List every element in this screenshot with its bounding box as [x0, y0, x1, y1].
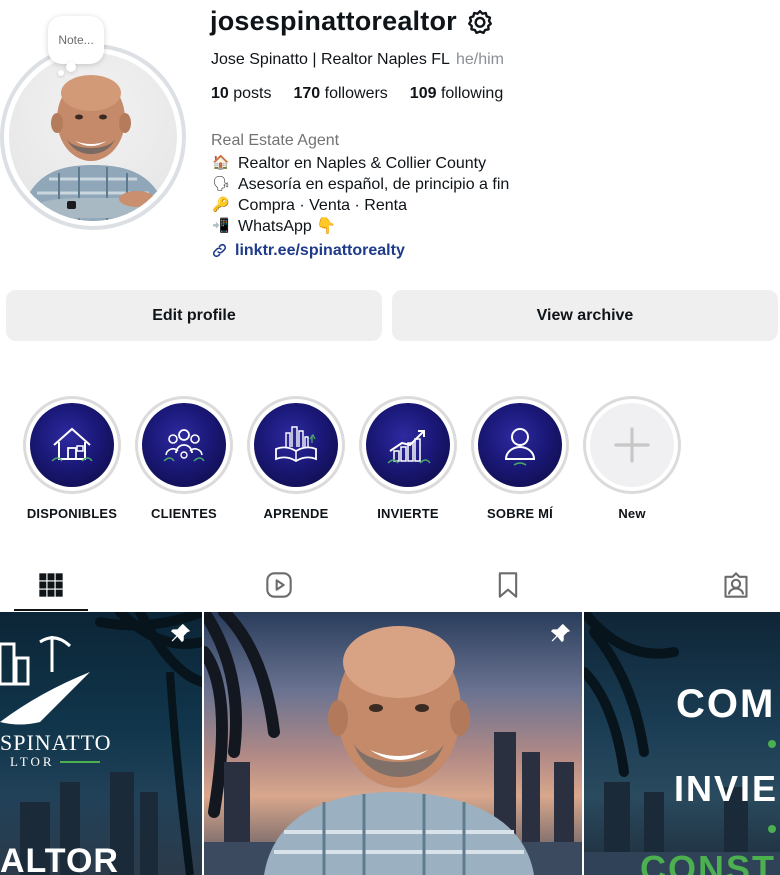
pinned-icon — [550, 623, 571, 643]
key-emoji-icon: 🔑 — [212, 197, 230, 213]
highlight-label: DISPONIBLES — [26, 506, 118, 521]
bio-line: 📲 WhatsApp 👇 — [211, 216, 509, 237]
bio-link[interactable]: linktr.ee/spinattorealty — [211, 240, 509, 261]
edit-profile-button[interactable]: Edit profile — [6, 290, 382, 341]
settings-gear-icon[interactable] — [467, 9, 493, 35]
followers-link[interactable]: 170 followers — [294, 85, 388, 103]
bio-line-text: WhatsApp 👇 — [238, 218, 337, 235]
phone-emoji-icon: 📲 — [212, 218, 230, 234]
tab-reels[interactable] — [264, 570, 294, 600]
following-link[interactable]: 109 following — [410, 85, 503, 103]
tagged-icon — [724, 572, 748, 598]
tab-tagged[interactable] — [721, 570, 751, 600]
house-emoji-icon: 🏠 — [212, 155, 230, 171]
bookmark-icon — [498, 572, 518, 598]
pronouns: he/him — [455, 51, 504, 68]
post-thumbnail[interactable] — [204, 612, 582, 875]
highlight-label: CLIENTES — [151, 506, 217, 521]
username-row: josespinattorealtor — [210, 6, 493, 37]
note-placeholder: Note... — [58, 33, 94, 47]
book-city-icon — [275, 426, 317, 463]
speaking-head-emoji-icon: 🗣 — [212, 176, 230, 192]
bio-line-text: Compra · Venta · Renta — [238, 197, 407, 214]
post-text: LTOR — [10, 754, 55, 769]
profile-avatar[interactable] — [0, 44, 186, 230]
tab-saved[interactable] — [493, 570, 523, 600]
post-text: COM — [676, 682, 776, 726]
profile-tabs — [0, 560, 780, 612]
bio-line: 🔑 Compra · Venta · Renta — [211, 195, 509, 216]
accent-line — [60, 761, 100, 763]
posts-count: 10 posts — [211, 85, 272, 102]
bio-link-text: linktr.ee/spinattorealty — [235, 242, 405, 259]
avatar-photo — [9, 53, 177, 221]
highlight-clientes[interactable]: CLIENTES — [132, 396, 236, 521]
highlight-aprende[interactable]: APRENDE — [244, 396, 348, 521]
highlight-label: SOBRE MÍ — [487, 506, 553, 521]
tab-posts[interactable] — [36, 570, 66, 600]
post-image — [584, 612, 780, 875]
reels-icon — [266, 572, 292, 598]
post-thumbnail[interactable]: COM INVIE CONST — [584, 612, 780, 875]
bio-line: 🗣 Asesoría en español, de principio a fi… — [211, 174, 509, 195]
highlight-disponibles[interactable]: DISPONIBLES — [20, 396, 124, 521]
highlight-label: INVIERTE — [377, 506, 439, 521]
bullet-dot — [768, 740, 776, 748]
post-text: INVIE — [674, 768, 779, 809]
note-bubble[interactable]: Note... — [48, 16, 104, 72]
pinned-icon — [170, 623, 191, 643]
bio: Real Estate Agent 🏠 Realtor en Naples & … — [211, 130, 509, 261]
view-archive-button[interactable]: View archive — [392, 290, 778, 341]
full-name: Jose Spinatto | Realtor Naples FL — [211, 51, 450, 68]
post-text: CONST — [640, 848, 776, 875]
active-tab-indicator — [14, 609, 88, 611]
post-thumbnail[interactable]: SPINATTO LTOR ALTOR — [0, 612, 202, 875]
highlight-label: New — [618, 506, 646, 521]
avatar-portrait — [19, 75, 169, 221]
posts-grid: SPINATTO LTOR ALTOR COM INVIE CONST — [0, 612, 780, 875]
username: josespinattorealtor — [210, 6, 457, 36]
full-name-row: Jose Spinatto | Realtor Naples FL he/him — [211, 51, 504, 69]
bio-line-text: Asesoría en español, de principio a fin — [238, 176, 510, 193]
grid-icon — [39, 573, 63, 597]
people-icon — [163, 429, 205, 462]
post-text: SPINATTO — [0, 730, 112, 755]
note-bubble-tail — [58, 70, 64, 76]
house-icon — [51, 427, 93, 462]
bio-line: 🏠 Realtor en Naples & Collier County — [211, 153, 509, 174]
profile-stats: 10 posts 170 followers 109 following — [211, 85, 503, 103]
link-icon — [212, 243, 227, 258]
highlight-label: APRENDE — [263, 506, 329, 521]
profile-category: Real Estate Agent — [211, 132, 340, 149]
highlight-sobre-mi[interactable]: SOBRE MÍ — [468, 396, 572, 521]
post-image — [204, 612, 582, 875]
bullet-dot — [768, 825, 776, 833]
post-text: ALTOR — [0, 842, 119, 875]
highlight-invierte[interactable]: INVIERTE — [356, 396, 460, 521]
bio-line-text: Realtor en Naples & Collier County — [238, 155, 487, 172]
story-highlights: DISPONIBLES CLIENTES APRENDE INVIERTE SO… — [0, 396, 780, 526]
plus-icon — [614, 427, 650, 463]
growth-chart-icon — [387, 430, 431, 464]
person-icon — [504, 428, 536, 466]
new-highlight-button[interactable]: New — [580, 396, 684, 521]
